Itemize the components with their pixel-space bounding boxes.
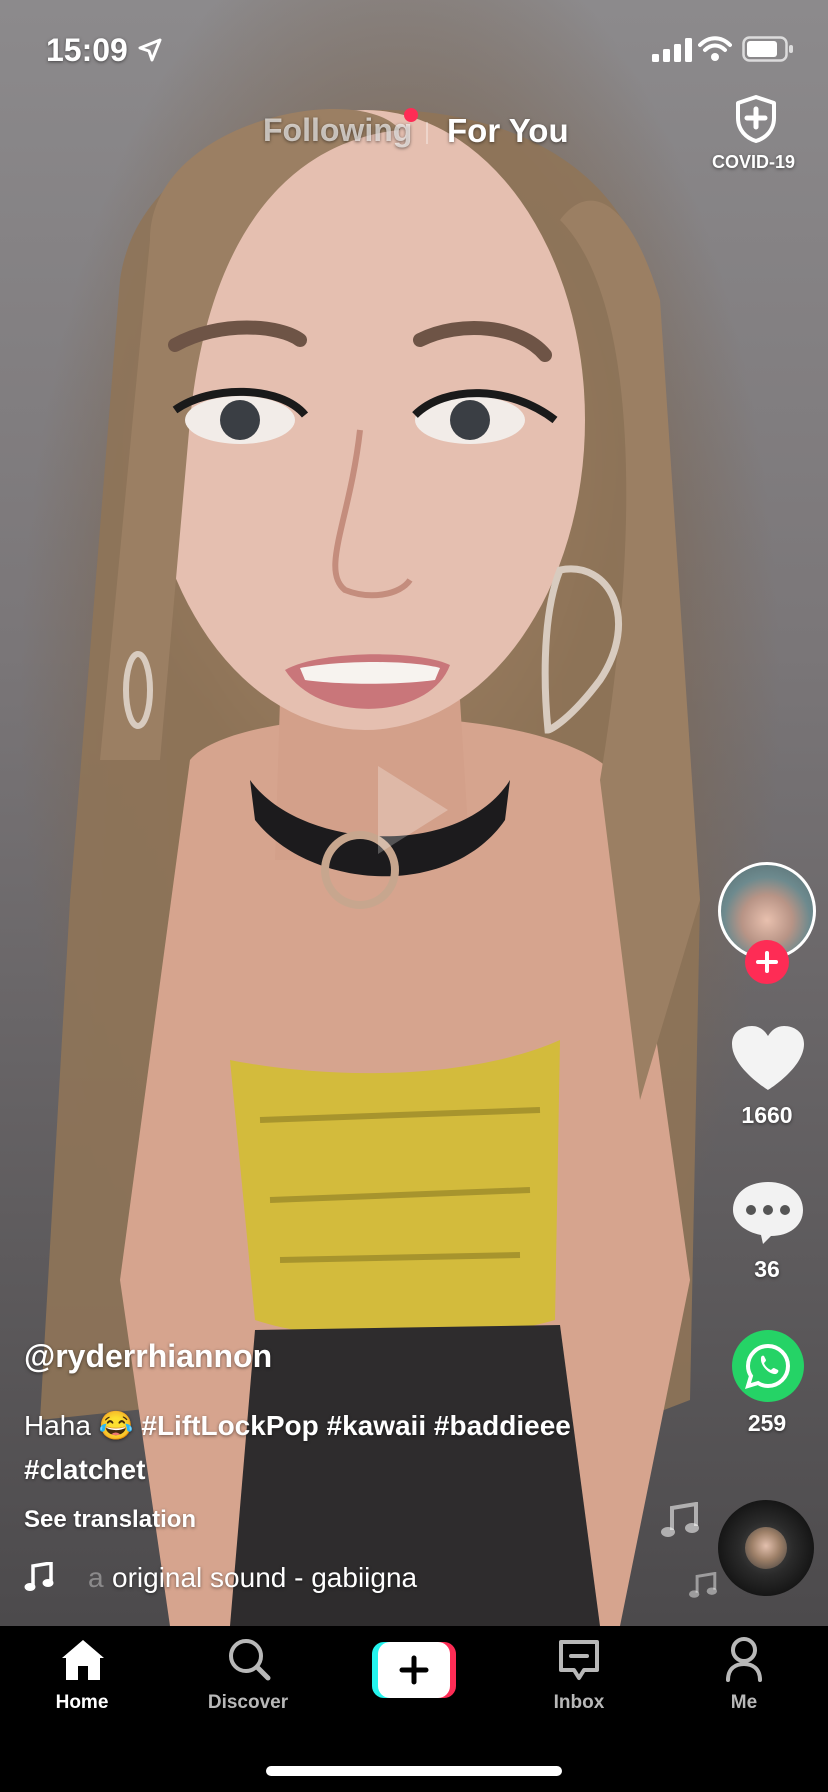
create-button[interactable]: [372, 1642, 456, 1698]
heart-icon: [732, 1026, 804, 1090]
music-note-icon: [661, 1502, 699, 1537]
caption-text: Haha: [24, 1410, 91, 1441]
tiktok-screen: 15:09 Following For You COVID-19 1660 36…: [0, 0, 828, 1792]
hashtags-line-1[interactable]: #LiftLockPop #kawaii #baddieee: [141, 1410, 570, 1441]
location-arrow-icon: [138, 38, 162, 62]
like-button[interactable]: [728, 1024, 808, 1094]
video-player[interactable]: [0, 0, 828, 1626]
inbox-icon: [559, 1640, 599, 1680]
create-button-face: [378, 1642, 450, 1698]
status-time: 15:09: [46, 32, 128, 68]
shield-icon: [736, 95, 776, 143]
home-icon: [62, 1640, 104, 1680]
hashtags-line-2[interactable]: #clatchet: [24, 1454, 145, 1485]
nav-me-label: Me: [730, 1692, 758, 1713]
following-notification-dot: [404, 108, 418, 122]
profile-icon: [726, 1637, 762, 1682]
comment-button[interactable]: [729, 1178, 807, 1248]
plus-icon: [399, 1655, 429, 1685]
caption-emoji: 😂: [98, 1410, 134, 1441]
tab-for-you[interactable]: For You: [447, 112, 569, 150]
plus-icon: [756, 951, 778, 973]
covid-label: COVID-19: [712, 152, 796, 172]
follow-button[interactable]: [745, 940, 789, 984]
battery-icon: [742, 36, 793, 62]
nav-discover-label: Discover: [207, 1692, 289, 1713]
wifi-icon: [698, 36, 732, 61]
tab-following[interactable]: Following: [263, 112, 412, 149]
post-username[interactable]: @ryderrhiannon: [24, 1338, 272, 1375]
nav-discover[interactable]: Discover: [188, 1626, 308, 1736]
nav-home[interactable]: Home: [22, 1626, 142, 1736]
cellular-signal-icon: [652, 38, 692, 62]
comment-icon: [733, 1182, 803, 1244]
like-count: 1660: [741, 1102, 793, 1128]
nav-inbox-label: Inbox: [553, 1692, 605, 1713]
tab-divider: [426, 122, 428, 144]
sound-title: original sound - gabiigna: [112, 1562, 418, 1593]
whatsapp-icon: [745, 1343, 791, 1389]
share-button[interactable]: [732, 1330, 804, 1402]
music-note-icon: [24, 1562, 54, 1591]
comment-count: 36: [754, 1256, 780, 1282]
nav-me[interactable]: Me: [684, 1626, 804, 1736]
music-note-icon-small: [689, 1572, 717, 1598]
post-caption: Haha 😂 #LiftLockPop #kawaii #baddieee #c…: [24, 1404, 634, 1492]
sound-row[interactable]: a original sound - gabiigna: [24, 1560, 444, 1596]
home-indicator[interactable]: [266, 1766, 562, 1776]
search-icon: [229, 1639, 271, 1681]
sound-disc[interactable]: [718, 1500, 814, 1596]
nav-home-label: Home: [55, 1692, 109, 1713]
sound-scroll-fade-text: a: [88, 1562, 104, 1593]
see-translation-link[interactable]: See translation: [24, 1506, 196, 1534]
nav-inbox[interactable]: Inbox: [519, 1626, 639, 1736]
play-icon: [378, 766, 448, 854]
sound-disc-cover: [745, 1527, 787, 1569]
share-count: 259: [747, 1410, 787, 1436]
